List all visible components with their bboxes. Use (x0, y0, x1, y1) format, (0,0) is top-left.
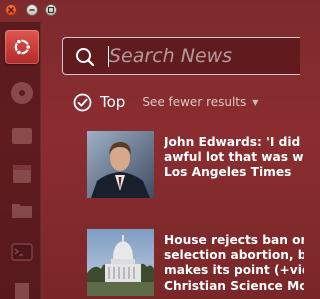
category-header: Top See fewer results ▼ (73, 91, 258, 113)
see-fewer-results-label: See fewer results (142, 95, 247, 109)
launcher-item-folder[interactable] (6, 194, 38, 226)
launcher-item-disc[interactable] (6, 77, 38, 109)
result-line: makes its point (+vide (164, 263, 304, 278)
maximize-icon (47, 6, 55, 14)
result-title: House rejects ban on selection abortion,… (164, 233, 304, 294)
disc-icon (11, 82, 33, 104)
close-icon (7, 6, 15, 14)
result-thumbnail (87, 131, 154, 198)
result-item[interactable]: John Edwards: 'I did an awful lot that w… (87, 131, 304, 201)
window-minimize-button[interactable] (26, 4, 38, 16)
result-line: Christian Science Mon (164, 278, 304, 293)
launcher-item-files[interactable] (6, 120, 38, 152)
result-title: John Edwards: 'I did an awful lot that w… (164, 135, 304, 181)
launcher-item-document[interactable] (6, 277, 38, 299)
result-item[interactable]: House rejects ban on selection abortion,… (87, 229, 304, 299)
result-line: Los Angeles Times (164, 165, 292, 180)
triangle-down-icon: ▼ (252, 97, 259, 107)
window-maximize-button[interactable] (45, 4, 57, 16)
search-bar (62, 37, 300, 75)
see-fewer-results-button[interactable]: See fewer results ▼ (142, 95, 258, 109)
check-circle-icon (73, 93, 92, 111)
search-icon (76, 48, 95, 67)
minimize-icon (29, 9, 35, 11)
terminal-icon (11, 243, 33, 261)
launcher-item-calendar[interactable] (6, 158, 38, 190)
calendar-icon (13, 165, 31, 183)
portrait-photo-icon (87, 131, 154, 198)
result-line: John Edwards: 'I did an (164, 135, 304, 149)
files-icon (12, 128, 32, 144)
capitol-photo-icon (87, 229, 154, 296)
category-title: Top (100, 93, 126, 111)
dash-home-button[interactable] (5, 30, 39, 64)
result-thumbnail (87, 229, 154, 296)
search-input[interactable] (109, 42, 294, 70)
window-close-button[interactable] (5, 4, 17, 16)
result-line: selection abortion, bu (164, 248, 304, 263)
folder-icon (12, 204, 32, 218)
launcher (0, 22, 41, 299)
result-line: awful lot that was wro (164, 150, 304, 165)
document-icon (15, 283, 29, 299)
result-line: House rejects ban on (164, 233, 304, 247)
launcher-item-terminal[interactable] (6, 236, 38, 268)
ubuntu-logo-icon (14, 38, 32, 56)
